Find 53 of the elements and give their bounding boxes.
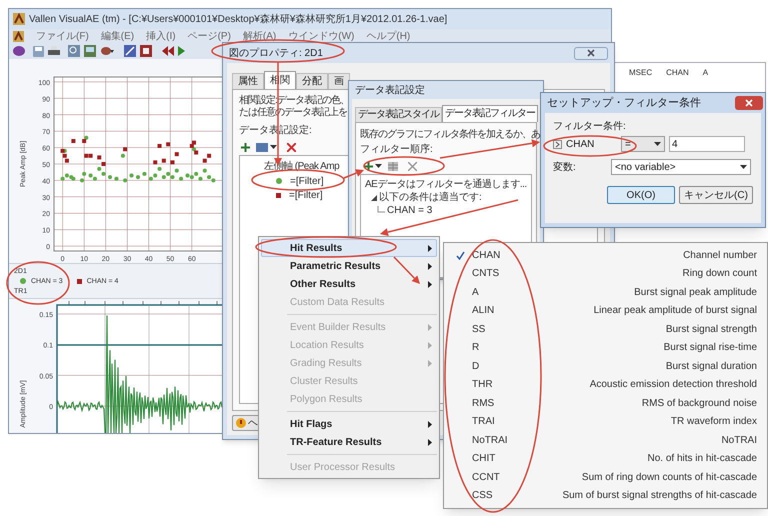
menu-item[interactable]: CSS Sum of burst signal strengths of hit-cascade — [444, 486, 767, 505]
tab[interactable]: 属性 — [232, 73, 264, 89]
value-field[interactable]: 4 — [669, 136, 745, 152]
section-label: フィルター順序: — [360, 144, 433, 156]
column-header: A — [702, 67, 708, 79]
menu-item[interactable]: NoTRAI NoTRAI — [444, 431, 767, 450]
dialog-button[interactable]: OK(O) — [607, 186, 675, 204]
menu-item[interactable]: 解析(A) — [242, 28, 276, 44]
condition-field[interactable]: CHAN — [553, 136, 617, 152]
variable-dropdown[interactable]: <no variable> — [611, 159, 751, 175]
menu-item[interactable]: Hit Results — [261, 239, 437, 257]
menu-item[interactable]: ページ(P) — [188, 28, 231, 44]
tree-item[interactable]: CHAN = 3 — [387, 203, 432, 218]
dialog-title: 図のプロパティ: 2D1 — [229, 46, 323, 60]
tree-item[interactable]: 以下の条件は適当です: — [379, 190, 482, 205]
column-header: MSEC — [629, 67, 652, 79]
operator-dropdown[interactable]: = — [621, 136, 665, 152]
tab[interactable]: 画 — [328, 73, 350, 89]
menu-item[interactable]: Parametric Results — [261, 257, 437, 275]
menu-item[interactable]: A Burst signal peak amplitude — [444, 283, 767, 302]
tab[interactable]: データ表記フィルター — [442, 105, 538, 122]
menu-item[interactable]: 編集(E) — [100, 28, 134, 44]
menu-item[interactable]: 挿入(I) — [146, 28, 176, 44]
tab[interactable]: 分配 — [296, 73, 328, 89]
menu-item[interactable]: ヘルプ(H) — [366, 28, 410, 44]
tree-item[interactable]: AEデータはフィルターを通過します... — [365, 178, 527, 191]
menu-item[interactable]: CHIT No. of hits in hit-cascade — [444, 450, 767, 468]
menu-item[interactable]: CNTS Ring down count — [444, 264, 767, 283]
menu-item[interactable]: Hit Flags — [261, 415, 437, 433]
dialog-title: データ表記設定 — [355, 84, 425, 98]
window-title: Vallen VisualAE (tm) - [C:¥Users¥000101¥Desktop¥森林研¥森林研究所1月¥2012.01.26-1.vae] — [29, 12, 448, 26]
dialog-button[interactable]: キャンセル(C) — [679, 186, 753, 204]
tab[interactable]: データ表記スタイル — [355, 107, 442, 122]
menu-item[interactable]: CCNT Sum of ring down counts of hit-cascade — [444, 468, 767, 486]
menu-item[interactable]: RMS RMS of background noise — [444, 394, 767, 412]
description-text: 既存のグラフにフィルタ条件を加えるか、あ — [360, 129, 541, 141]
menu-item[interactable]: TRAI TR waveform index — [444, 412, 767, 431]
menu-item[interactable]: Other Results — [261, 275, 437, 293]
menu-item[interactable]: R Burst signal rise-time — [444, 338, 767, 357]
field-label: フィルター条件: — [553, 121, 627, 133]
menu-item[interactable]: SS Burst signal strength — [444, 320, 767, 338]
menu-item[interactable]: CHAN Channel number — [444, 246, 767, 264]
menu-item[interactable]: ウインドウ(W) — [288, 28, 354, 44]
menu-item[interactable]: D Burst signal duration — [444, 357, 767, 376]
menu-item[interactable]: ファイル(F) — [36, 28, 89, 44]
menu-item[interactable]: THR Acoustic emission detection threshold — [444, 376, 767, 394]
tree-item[interactable]: =[Filter] — [289, 188, 323, 202]
menu-item[interactable]: TR-Feature Results — [261, 433, 437, 451]
tree-item[interactable]: =[Filter] — [290, 174, 324, 188]
column-header: CHAN — [666, 67, 689, 79]
menu-item[interactable]: ALIN Linear peak amplitude of burst signal — [444, 302, 767, 320]
dialog-title: セットアップ・フィルター条件 — [547, 96, 701, 111]
field-label: 変数: — [553, 160, 577, 174]
